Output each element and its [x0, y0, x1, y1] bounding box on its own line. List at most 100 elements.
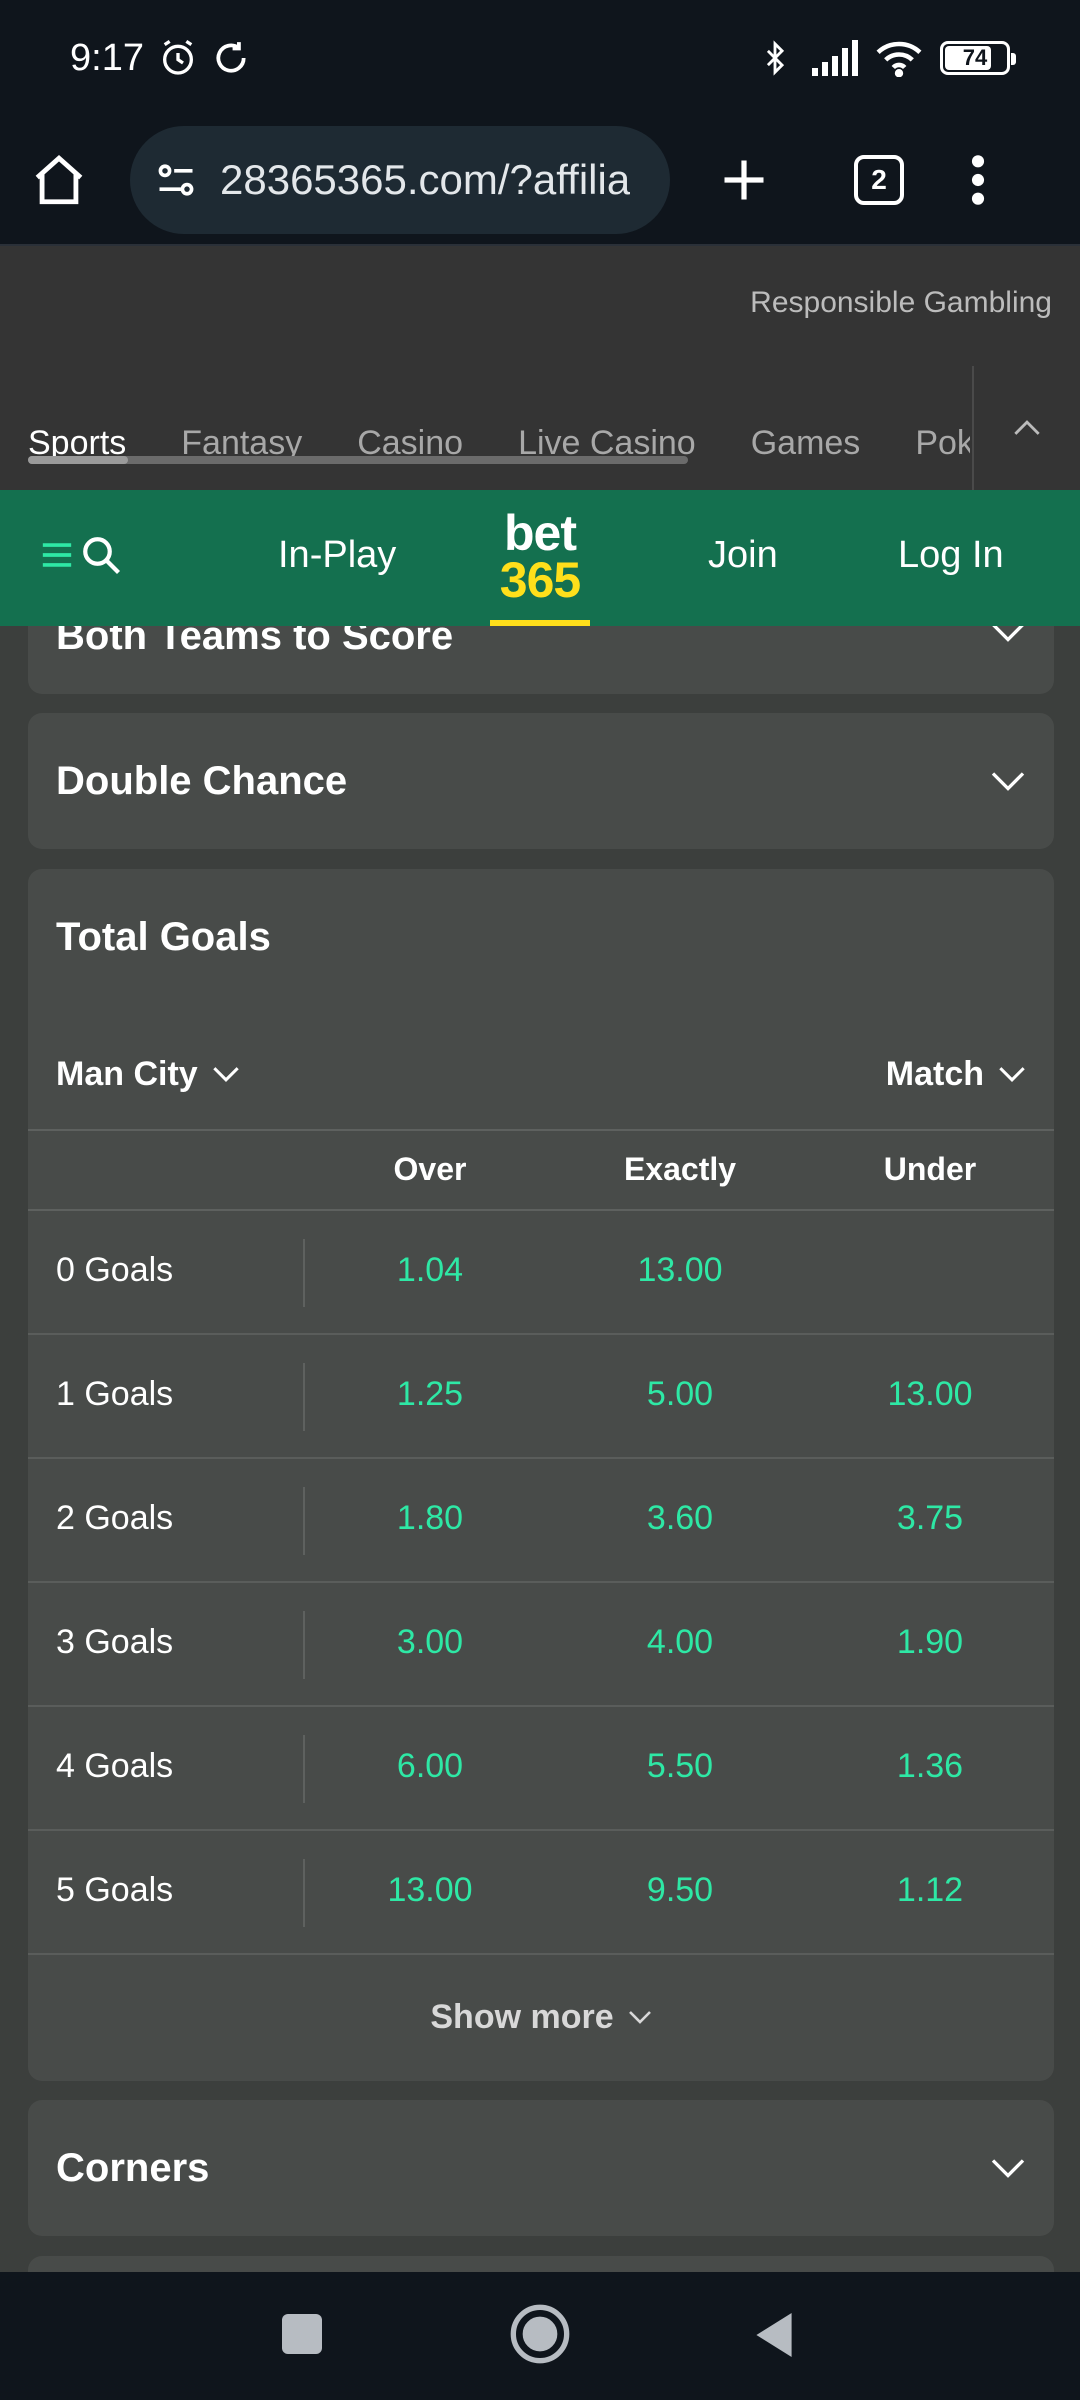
battery-level: 74	[962, 45, 988, 70]
tab-count: 2	[854, 155, 904, 205]
odds-exactly[interactable]: 5.50	[580, 1747, 780, 1786]
tabs-scrollbar-thumb[interactable]	[28, 456, 128, 464]
odds-exactly[interactable]: 13.00	[580, 1251, 780, 1290]
odds-over[interactable]: 1.80	[330, 1499, 530, 1538]
more-vert-icon	[971, 155, 985, 205]
bet365-logo[interactable]: bet 365	[490, 508, 590, 626]
market-next-card	[28, 2256, 1054, 2272]
market-title: Corners	[56, 2145, 210, 2190]
market-corners[interactable]: Corners	[28, 2100, 1054, 2236]
in-play-link[interactable]: In-Play	[278, 534, 396, 577]
menu-icon	[42, 543, 72, 567]
recents-button[interactable]	[282, 2314, 322, 2354]
column-header-under: Under	[883, 1151, 977, 1187]
market-title: Total Goals	[56, 914, 271, 959]
url-text[interactable]: 28365365.com/?affilia	[220, 156, 630, 204]
home-icon	[35, 155, 83, 205]
row-divider	[303, 1611, 305, 1679]
tab-switcher-button[interactable]: 2	[854, 155, 904, 205]
row-divider	[303, 1487, 305, 1555]
goal-row: 0 Goals 1.04 13.00	[28, 1211, 1054, 1335]
battery-icon: 74	[940, 41, 1016, 75]
goal-row: 1 Goals 1.25 5.00 13.00	[28, 1335, 1054, 1459]
responsible-gambling-link[interactable]: Responsible Gambling	[750, 286, 1052, 320]
goal-row: 4 Goals 6.00 5.50 1.36	[28, 1707, 1054, 1831]
new-tab-button[interactable]	[718, 154, 770, 206]
chevron-up-icon	[1014, 420, 1040, 435]
odds-exactly[interactable]: 9.50	[580, 1871, 780, 1910]
odds-over[interactable]: 6.00	[330, 1747, 530, 1786]
chevron-down-icon	[999, 1067, 1025, 1082]
product-tabs: Sports Fantasy Casino Live Casino Games …	[0, 396, 970, 490]
market-double-chance[interactable]: Double Chance	[28, 713, 1054, 849]
join-link[interactable]: Join	[708, 534, 778, 577]
goal-row-label: 0 Goals	[56, 1251, 174, 1289]
column-header-exactly: Exactly	[623, 1151, 737, 1187]
odds-over[interactable]: 3.00	[330, 1623, 530, 1662]
odds-under[interactable]: 1.36	[830, 1747, 1030, 1786]
odds-exactly[interactable]: 4.00	[580, 1623, 780, 1662]
odds-over[interactable]: 1.04	[330, 1251, 530, 1290]
market-both-teams-to-score[interactable]: Both Teams to Score	[28, 626, 1054, 694]
logo-365-text: 365	[499, 552, 581, 608]
odds-over[interactable]: 1.25	[330, 1375, 530, 1414]
goal-row: 2 Goals 1.80 3.60 3.75	[28, 1459, 1054, 1583]
browser-toolbar: 28365365.com/?affilia 2	[0, 116, 1080, 246]
odds-exactly[interactable]: 5.00	[580, 1375, 780, 1414]
signal-icon	[812, 40, 858, 76]
market-title: Both Teams to Score	[56, 626, 454, 658]
plus-icon	[724, 160, 764, 200]
goal-row-label: 5 Goals	[56, 1871, 174, 1909]
alarm-icon	[162, 39, 193, 75]
home-button[interactable]	[30, 151, 88, 209]
tab-games[interactable]: Games	[751, 424, 861, 463]
show-more-button[interactable]: Show more	[28, 1957, 1054, 2077]
goal-row-label: 4 Goals	[56, 1747, 174, 1785]
odds-under[interactable]: 13.00	[830, 1375, 1030, 1414]
goal-row: 3 Goals 3.00 4.00 1.90	[28, 1583, 1054, 1707]
market-title: Double Chance	[56, 758, 348, 803]
period-filter-dropdown[interactable]: Match	[886, 1055, 1026, 1094]
home-nav-icon[interactable]	[508, 2302, 572, 2366]
chevron-down-icon	[991, 772, 1025, 791]
menu-search-button[interactable]	[40, 534, 122, 576]
log-in-link[interactable]: Log In	[898, 534, 1004, 577]
market-list: Both Teams to Score Double Chance Total …	[0, 626, 1080, 2272]
goal-row-label: 1 Goals	[56, 1375, 174, 1413]
tab-poker[interactable]: Pok	[915, 424, 970, 463]
chevron-down-icon	[212, 1067, 239, 1082]
search-icon	[83, 537, 120, 574]
column-header-over: Over	[393, 1151, 467, 1187]
team-filter-label: Man City	[56, 1054, 198, 1093]
row-divider	[303, 1859, 305, 1927]
collapse-header-button[interactable]	[972, 366, 1080, 490]
period-filter-label: Match	[885, 1054, 984, 1093]
row-divider	[303, 1363, 305, 1431]
bluetooth-icon	[766, 40, 785, 76]
column-headers: Over Exactly Under	[28, 1129, 1054, 1211]
goal-row: 5 Goals 13.00 9.50 1.12	[28, 1831, 1054, 1955]
address-bar[interactable]: 28365365.com/?affilia	[130, 126, 670, 234]
main-nav: In-Play bet 365 Join Log In	[0, 490, 1080, 626]
status-bar: 9:17 74	[0, 0, 1080, 116]
row-divider	[303, 1735, 305, 1803]
odds-over[interactable]: 13.00	[330, 1871, 530, 1910]
site-header-top: Responsible Gambling Sports Fantasy Casi…	[0, 246, 1080, 490]
goal-row-label: 2 Goals	[56, 1499, 174, 1537]
odds-under[interactable]: 3.75	[830, 1499, 1030, 1538]
chevron-down-icon	[628, 2011, 651, 2024]
odds-exactly[interactable]: 3.60	[580, 1499, 780, 1538]
logo-bet-text: bet	[504, 505, 577, 561]
filter-row: Man City Match	[28, 1029, 1054, 1119]
sync-icon	[216, 42, 246, 73]
team-filter-dropdown[interactable]: Man City	[56, 1055, 240, 1094]
row-divider	[303, 1239, 305, 1307]
browser-menu-button[interactable]	[968, 152, 988, 208]
show-more-label: Show more	[430, 1997, 614, 2036]
site-settings-icon[interactable]	[154, 158, 198, 202]
odds-under[interactable]: 1.90	[830, 1623, 1030, 1662]
status-time: 9:17	[70, 36, 144, 79]
wifi-icon	[876, 41, 922, 77]
back-icon[interactable]	[752, 2310, 796, 2360]
odds-under[interactable]: 1.12	[830, 1871, 1030, 1910]
